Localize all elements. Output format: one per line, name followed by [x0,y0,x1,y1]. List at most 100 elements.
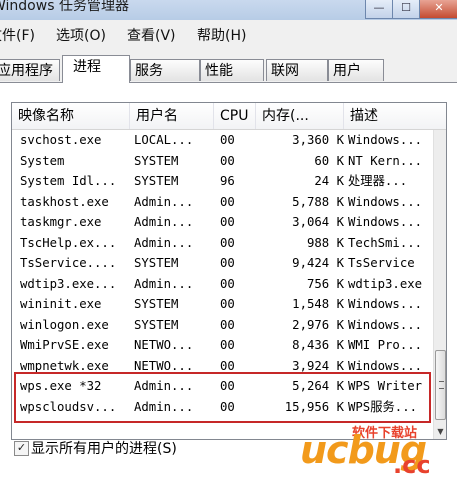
process-description: Windows... [348,215,423,229]
tab-performance[interactable]: 性能 [200,59,264,81]
menu-view[interactable]: 查看(V) [127,25,176,45]
close-button[interactable]: ✕ [419,0,457,19]
column-memory[interactable]: 内存(... [256,103,344,129]
process-name: System [20,153,65,168]
process-cpu: 00 [220,276,235,291]
table-row[interactable]: TscHelp.ex... Admin... 00 988 K TechSmi... [12,233,432,254]
maximize-button[interactable]: ☐ [392,0,420,19]
process-description: WPS Writer [348,379,423,393]
process-name: svchost.exe [20,133,102,147]
process-cpu: 96 [220,174,235,188]
process-user: SYSTEM [134,256,179,270]
process-cpu: 00 [220,399,235,414]
title-bar: Windows 任务管理器 — ☐ ✕ [0,0,457,20]
process-memory: 3,360 K [292,133,344,147]
process-user: NETWO... [134,338,194,352]
process-memory: 988 K [306,235,344,250]
tab-services[interactable]: 服务 [130,59,200,81]
process-cpu: 00 [220,317,235,332]
process-name: wininit.exe [20,297,102,311]
show-all-checkbox[interactable]: ✓ [14,441,29,456]
process-cpu: 00 [220,379,235,393]
menu-help[interactable]: 帮助(H) [197,25,246,45]
process-cpu: 00 [220,235,235,250]
process-user: Admin... [134,215,194,229]
process-cpu: 00 [220,194,235,209]
process-user: Admin... [134,379,194,393]
minimize-icon: — [373,1,385,14]
menu-options[interactable]: 选项(O) [56,25,106,45]
process-name: WmiPrvSE.exe [20,338,109,352]
process-name: wps.exe *32 [20,379,102,393]
table-row[interactable]: svchost.exe LOCAL... 00 3,360 K Windows... [12,130,432,151]
process-name: wmpnetwk.exe [20,358,109,373]
maximize-icon: ☐ [401,1,411,14]
process-memory: 3,924 K [292,358,344,373]
process-description: WMI Pro... [348,338,423,352]
table-row[interactable]: wdtip3.exe... Admin... 00 756 K wdtip3.exe [12,274,432,295]
column-cpu[interactable]: CPU [214,103,256,129]
process-name: winlogon.exe [20,317,109,332]
table-row[interactable]: taskmgr.exe Admin... 00 3,064 K Windows... [12,212,432,233]
process-description: 处理器... [348,174,408,188]
table-row[interactable]: taskhost.exe Admin... 00 5,788 K Windows... [12,192,432,213]
process-memory: 15,956 K [284,399,344,414]
process-description: wdtip3.exe [348,276,423,291]
process-cpu: 00 [220,338,235,352]
table-row[interactable]: winlogon.exe SYSTEM 00 2,976 K Windows... [12,315,432,336]
menu-file[interactable]: 文件(F) [0,25,35,45]
minimize-button[interactable]: — [365,0,393,19]
process-memory: 9,424 K [292,256,344,270]
table-row[interactable]: System Idl... SYSTEM 96 24 K 处理器... [12,171,432,192]
table-row[interactable]: wmpnetwk.exe NETWO... 00 3,924 K Windows... [12,356,432,377]
column-header-row: 映像名称 用户名 CPU 内存(... 描述 [12,103,446,130]
vertical-scrollbar[interactable]: ▼ [433,130,446,439]
process-cpu: 00 [220,133,235,147]
table-row[interactable]: wininit.exe SYSTEM 00 1,548 K Windows... [12,294,432,315]
process-memory: 24 K [314,174,344,188]
process-rows: svchost.exe LOCAL... 00 3,360 K Windows... Sy… [12,130,432,417]
table-row[interactable]: TsService.... SYSTEM 00 9,424 K TsService [12,253,432,274]
tab-processes[interactable]: 进程 [62,55,130,83]
process-memory: 8,436 K [292,338,344,352]
tab-strip: 应用程序 进程 服务 性能 联网 用户 [0,54,457,83]
table-row[interactable]: wps.exe *32 Admin... 00 5,264 K WPS Writer [12,376,432,397]
process-cpu: 00 [220,358,235,373]
process-description: Windows... [348,194,423,209]
process-description: TechSmi... [348,235,423,250]
process-cpu: 00 [220,256,235,270]
process-memory: 2,976 K [292,317,344,332]
process-cpu: 00 [220,153,235,168]
table-row[interactable]: wpscloudsv... Admin... 00 15,956 K WPS服务... [12,397,432,418]
process-name: taskmgr.exe [20,215,102,229]
process-name: wpscloudsv... [20,399,117,414]
scroll-thumb[interactable] [435,350,446,420]
column-image-name[interactable]: 映像名称 [12,103,130,129]
process-description: NT Kern... [348,153,423,168]
show-all-label: 显示所有用户的进程(S) [31,441,177,457]
table-row[interactable]: WmiPrvSE.exe NETWO... 00 8,436 K WMI Pro... [12,335,432,356]
process-description: Windows... [348,317,423,332]
window-title: Windows 任务管理器 [0,0,129,14]
column-user-name[interactable]: 用户名 [130,103,214,129]
process-name: TsService.... [20,256,117,270]
process-description: Windows... [348,358,423,373]
table-row[interactable]: System SYSTEM 00 60 K NT Kern... [12,151,432,172]
tab-networking[interactable]: 联网 [266,59,328,81]
process-name: wdtip3.exe... [20,276,117,291]
process-user: Admin... [134,276,194,291]
process-user: LOCAL... [134,133,194,147]
process-list[interactable]: 映像名称 用户名 CPU 内存(... 描述 svchost.exe LOCAL.… [11,102,447,440]
process-description: WPS服务... [348,399,418,414]
process-description: TsService [348,256,415,270]
process-user: Admin... [134,194,194,209]
process-memory: 3,064 K [292,215,344,229]
process-user: SYSTEM [134,174,179,188]
column-description[interactable]: 描述 [344,103,446,129]
process-user: Admin... [134,235,194,250]
process-memory: 5,264 K [292,379,344,393]
tab-users[interactable]: 用户 [328,59,384,81]
process-cpu: 00 [220,215,235,229]
process-memory: 756 K [306,276,344,291]
tab-applications[interactable]: 应用程序 [0,59,60,81]
